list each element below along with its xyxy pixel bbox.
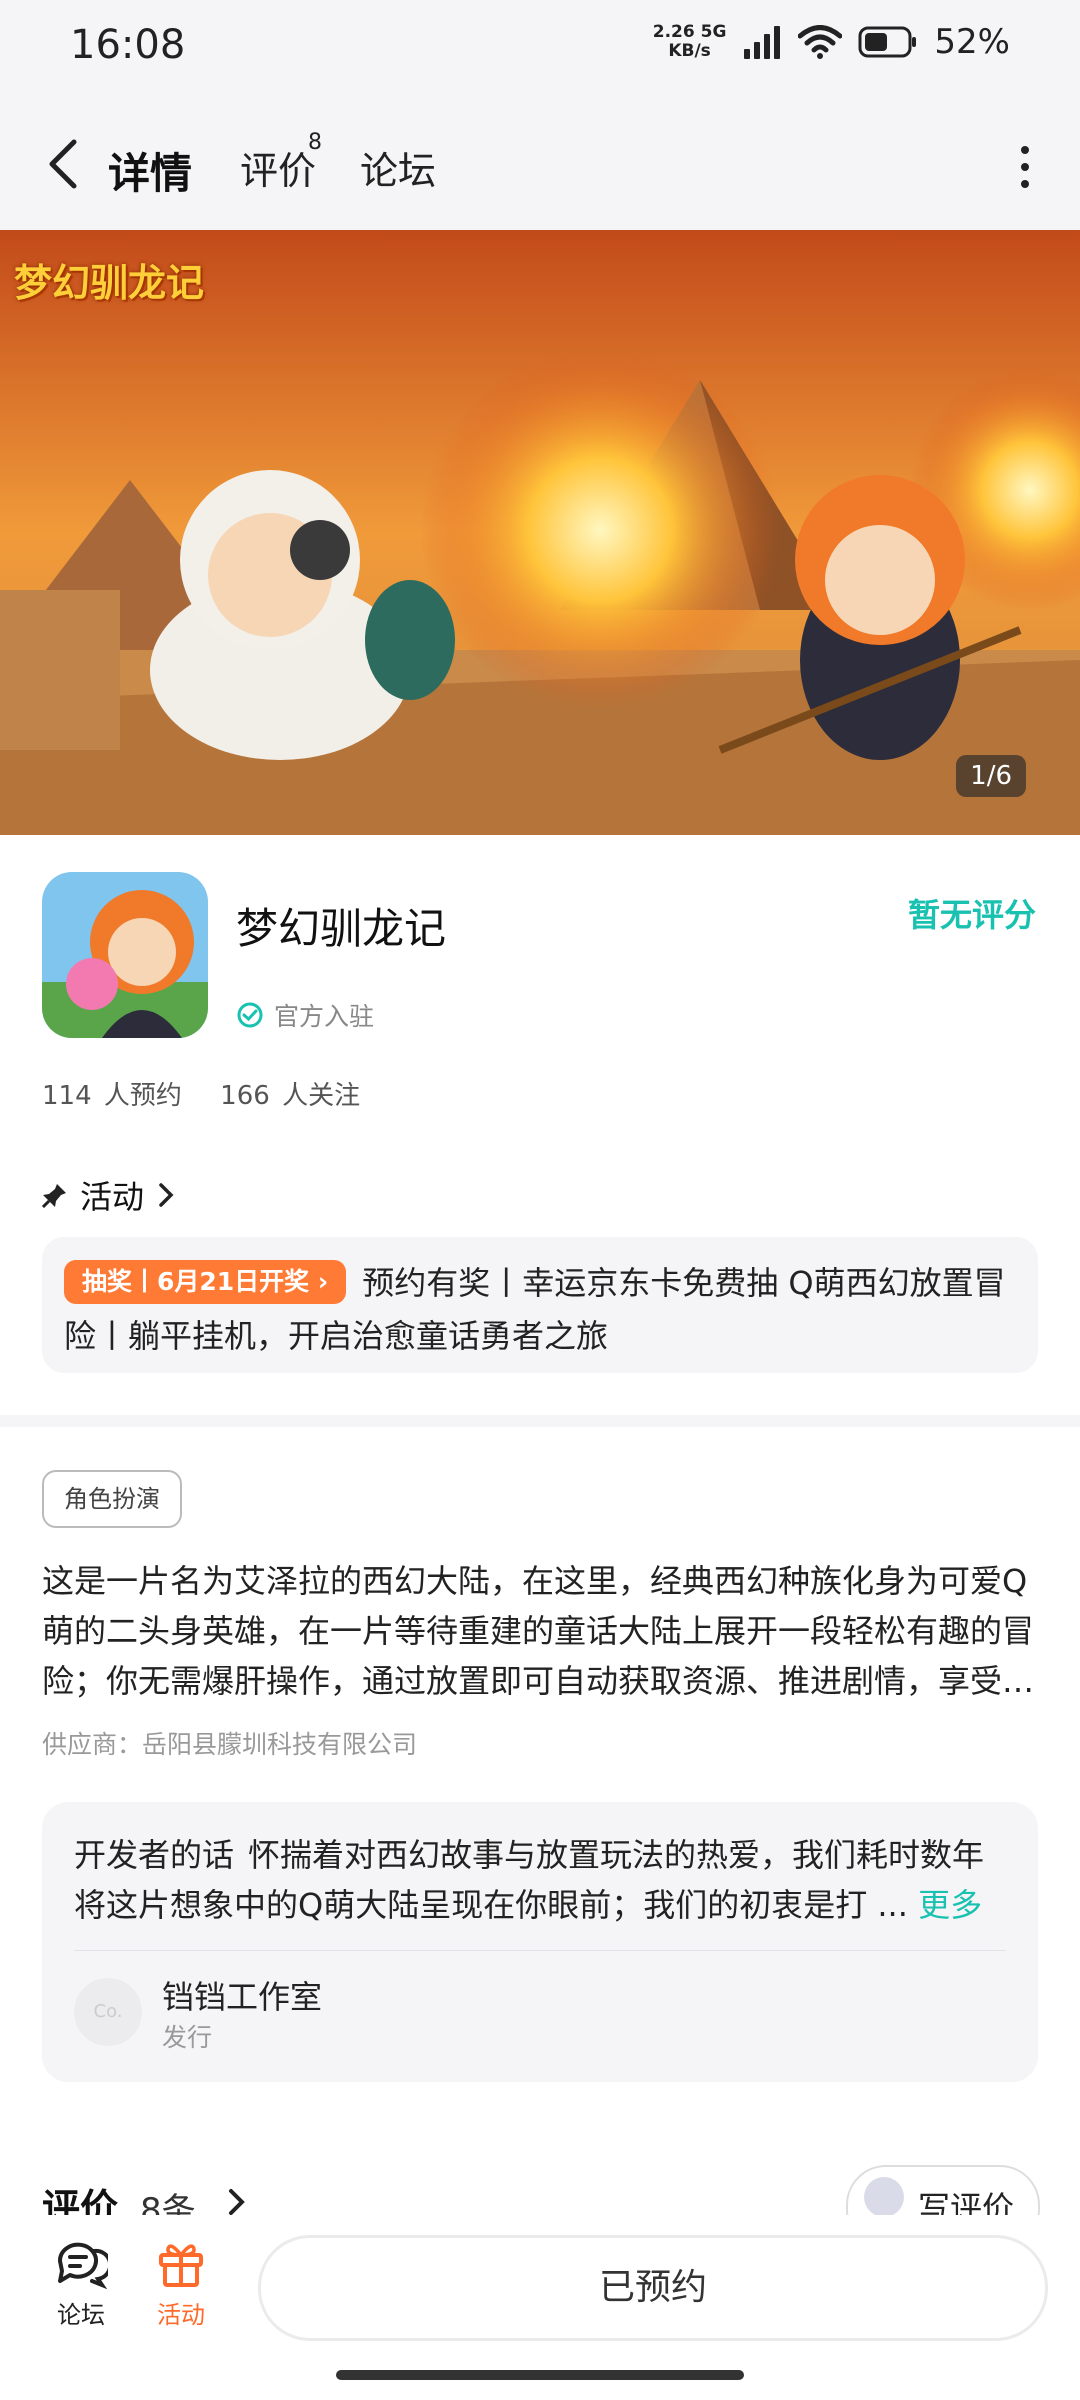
developer-card-divider <box>74 1950 1006 1951</box>
game-banner-carousel[interactable]: 梦幻驯龙记 1/6 <box>0 230 1080 835</box>
pin-icon <box>42 1184 66 1208</box>
verified-check-icon <box>237 1002 263 1028</box>
official-label: 官方入驻 <box>274 1002 375 1031</box>
write-review-label: 写评价 <box>918 2189 1015 2215</box>
activity-content: 抽奖丨6月21日开奖 › 预约有奖丨幸运京东卡免费抽 Q萌西幻放置冒险丨躺平挂机，… <box>64 1257 1024 1363</box>
signal-icon <box>744 26 781 59</box>
status-indicators: 2.26 5G KB/s 52% <box>653 22 1010 62</box>
reviews-tab-badge: 8 <box>308 130 322 155</box>
studio-name[interactable]: 铛铛工作室 <box>162 1972 322 2018</box>
banner-artwork <box>0 230 1080 835</box>
user-avatar <box>864 2177 904 2215</box>
developer-card[interactable]: 开发者的话 怀揣着对西幻故事与放置玩法的热爱，我们耗时数年将这片想象中的Q萌大陆呈… <box>42 1802 1038 2082</box>
banner-game-logo: 梦幻驯龙记 <box>14 261 205 305</box>
tab-detail[interactable]: 详情 <box>108 140 192 201</box>
app-name: 梦幻驯龙记 <box>236 904 447 953</box>
chevron-right-icon[interactable] <box>226 2187 248 2215</box>
game-description[interactable]: 这是一片名为艾泽拉的西幻大陆，在这里，经典西幻种族化身为可爱Q萌的二头身英雄，在… <box>42 1556 1038 1706</box>
app-stats: 114 人预约 166 人关注 <box>42 1075 386 1112</box>
reviews-count[interactable]: 8条 <box>140 2183 196 2215</box>
app-icon <box>42 872 208 1038</box>
activity-section-header[interactable]: 活动 <box>42 1172 176 1218</box>
bottom-forum-button[interactable]: 论坛 <box>36 2239 126 2330</box>
follower-count: 166 人关注 <box>220 1081 361 1111</box>
home-indicator[interactable] <box>336 2370 744 2380</box>
rating-status[interactable]: 暂无评分 <box>908 890 1036 936</box>
battery-icon <box>858 26 917 58</box>
developer-label: 开发者的话 <box>74 1836 235 1874</box>
reservation-count: 114 人预约 <box>42 1081 182 1111</box>
net-speed: 2.26 5G KB/s <box>652 22 727 61</box>
banner-page-counter: 1/6 <box>956 755 1026 797</box>
more-options-icon[interactable] <box>1010 142 1040 192</box>
back-arrow-icon[interactable] <box>40 136 90 192</box>
forum-chat-icon <box>57 2242 108 2289</box>
bottom-activity-label: 活动 <box>157 2301 205 2329</box>
activity-title: 活动 <box>80 1178 145 1216</box>
studio-role: 发行 <box>162 2023 213 2052</box>
developer-message: 开发者的话 怀揣着对西幻故事与放置玩法的热爱，我们耗时数年将这片想象中的Q萌大陆呈… <box>74 1830 1004 1930</box>
wifi-icon <box>798 25 843 59</box>
tab-forum[interactable]: 论坛 <box>360 140 436 195</box>
battery-percent: 52% <box>934 22 1010 62</box>
tab-reviews[interactable]: 评价 <box>240 140 316 195</box>
reviews-header: 评价 8条 写评价 <box>0 2165 1080 2215</box>
lottery-tag: 抽奖丨6月21日开奖 › <box>64 1260 347 1304</box>
status-time: 16:08 <box>70 22 186 68</box>
official-badge: 官方入驻 <box>236 997 374 1033</box>
bottom-activity-button[interactable]: 活动 <box>136 2239 226 2330</box>
top-nav-bar: 详情 评价 8 论坛 <box>0 96 1080 230</box>
activity-card[interactable]: 抽奖丨6月21日开奖 › 预约有奖丨幸运京东卡免费抽 Q萌西幻放置冒险丨躺平挂机，… <box>42 1237 1038 1373</box>
chevron-right-icon <box>159 1183 174 1207</box>
reviews-title[interactable]: 评价 <box>42 2177 118 2215</box>
genre-tag[interactable]: 角色扮演 <box>42 1470 182 1528</box>
section-divider <box>0 1415 1080 1427</box>
reserved-button[interactable]: 已预约 <box>258 2235 1048 2341</box>
supplier-info: 供应商：岳阳县朦圳科技有限公司 <box>42 1730 418 1759</box>
status-bar: 16:08 2.26 5G KB/s 52% <box>0 0 1080 96</box>
bottom-forum-label: 论坛 <box>57 2301 105 2329</box>
write-review-button[interactable]: 写评价 <box>846 2165 1040 2215</box>
studio-avatar[interactable]: Co. <box>74 1978 142 2046</box>
gift-icon <box>159 2244 203 2287</box>
developer-more-link[interactable]: 更多 <box>918 1886 982 1924</box>
